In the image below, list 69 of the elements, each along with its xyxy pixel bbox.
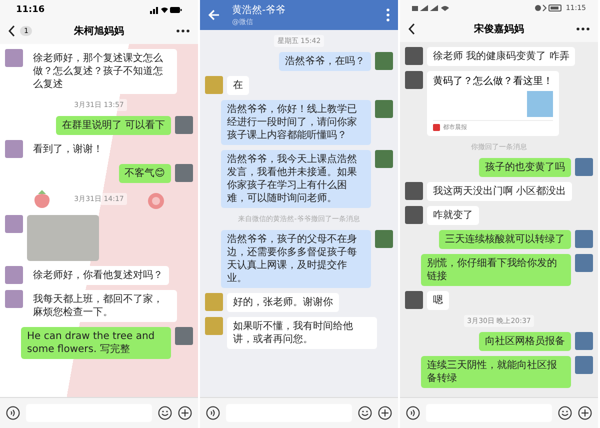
status-icons <box>534 4 563 12</box>
avatar-photo[interactable] <box>405 71 423 89</box>
avatar-photo[interactable] <box>405 47 423 65</box>
message-bubble: 浩然爷爷，孩子的父母不在身边，还需要你多多督促孩子每天认真上网课，及时提交作业。 <box>221 230 371 288</box>
plus-icon[interactable] <box>578 406 592 420</box>
avatar-photo[interactable] <box>575 230 593 248</box>
message-bubble: 浩然爷爷，你好！线上教学已经进行一段时间了，请问你家孩子课上内容都能听懂吗？ <box>221 100 371 145</box>
message-bubble: 向社区网格员报备 <box>479 332 571 351</box>
message-bubble: 浩然爷爷，在吗？ <box>279 52 371 71</box>
card-title: 黄码了？怎么做？看这里！ <box>433 75 553 88</box>
avatar-photo[interactable] <box>405 291 423 309</box>
avatar-photo[interactable] <box>5 290 23 308</box>
avatar-photo[interactable] <box>405 182 423 200</box>
message-bubble: 浩然爷爷，我今天上课点浩然发言，我看他并未接通。如果你家孩子在学习上有什么困难，可以随时询问老师。 <box>221 150 371 208</box>
more-icon[interactable] <box>176 29 190 33</box>
emoji-icon[interactable] <box>158 406 172 420</box>
message-bubble: 嗯 <box>427 291 449 310</box>
avatar-photo[interactable] <box>575 254 593 272</box>
message-bubble: 连续三天阴性，就能向社区报备转绿 <box>421 356 571 388</box>
message-bubble: 徐老师 我的健康码变黄了 咋弄 <box>427 47 576 66</box>
message-bubble: 不客气😊 <box>118 164 171 183</box>
message-bubble: 别慌，你仔细看下我给你发的链接 <box>421 254 571 286</box>
message-bubble: 如果听不懂，我有时间给他讲，或者再问您。 <box>227 317 377 349</box>
avatar-photo[interactable] <box>375 100 393 118</box>
back-icon[interactable] <box>8 25 16 37</box>
avatar-photo[interactable] <box>575 158 593 176</box>
plus-icon[interactable] <box>178 406 192 420</box>
menu-icon[interactable] <box>386 8 390 22</box>
emoji-icon[interactable] <box>358 406 372 420</box>
avatar-photo[interactable] <box>5 140 23 158</box>
thumbnail-placeholder <box>527 91 553 117</box>
more-icon[interactable] <box>576 27 590 31</box>
avatar-photo[interactable] <box>205 76 223 94</box>
chat-title: 宋俊嘉妈妈 <box>474 22 524 36</box>
photo-placeholder[interactable] <box>27 215 99 261</box>
avatar-photo[interactable] <box>5 49 23 67</box>
message-bubble: 我这两天没出门啊 小区都没出 <box>427 182 572 201</box>
message-bubble: 孩子的也变黄了吗 <box>479 158 571 177</box>
avatar-photo[interactable] <box>5 215 23 233</box>
avatar-photo[interactable] <box>175 327 193 345</box>
chat-title: 朱柯旭妈妈 <box>74 24 124 38</box>
avatar-photo[interactable] <box>175 164 193 182</box>
avatar-photo[interactable] <box>375 150 393 168</box>
avatar-photo[interactable] <box>205 317 223 335</box>
voice-icon[interactable] <box>6 406 20 420</box>
back-arrow-icon[interactable] <box>208 9 220 21</box>
message-bubble: 好的，张老师。谢谢你 <box>227 293 339 312</box>
source-icon <box>433 124 440 131</box>
avatar-photo[interactable] <box>405 206 423 224</box>
avatar-photo[interactable] <box>375 230 393 248</box>
plus-icon[interactable] <box>378 406 392 420</box>
avatar-photo[interactable] <box>575 332 593 350</box>
message-bubble: He can draw the tree and some flowers. 写完整 <box>21 327 171 359</box>
status-time: 11:16 <box>16 5 45 15</box>
chat-title: 黄浩然-爷爷 <box>232 4 287 17</box>
avatar-photo[interactable] <box>575 356 593 374</box>
back-icon[interactable] <box>408 23 416 35</box>
message-bubble: 在 <box>227 76 249 95</box>
avatar-photo[interactable] <box>375 52 393 70</box>
status-icons <box>150 6 182 14</box>
message-bubble: 在群里说明了 可以看下 <box>56 116 171 135</box>
voice-icon[interactable] <box>406 406 420 420</box>
message-bubble: 咋就变了 <box>427 206 479 225</box>
voice-icon[interactable] <box>206 406 220 420</box>
avatar-photo[interactable] <box>175 116 193 134</box>
avatar-photo[interactable] <box>205 293 223 311</box>
message-bubble: 三天连续核酸就可以转绿了 <box>439 230 571 249</box>
avatar-photo[interactable] <box>5 266 23 284</box>
emoji-icon[interactable] <box>558 406 572 420</box>
